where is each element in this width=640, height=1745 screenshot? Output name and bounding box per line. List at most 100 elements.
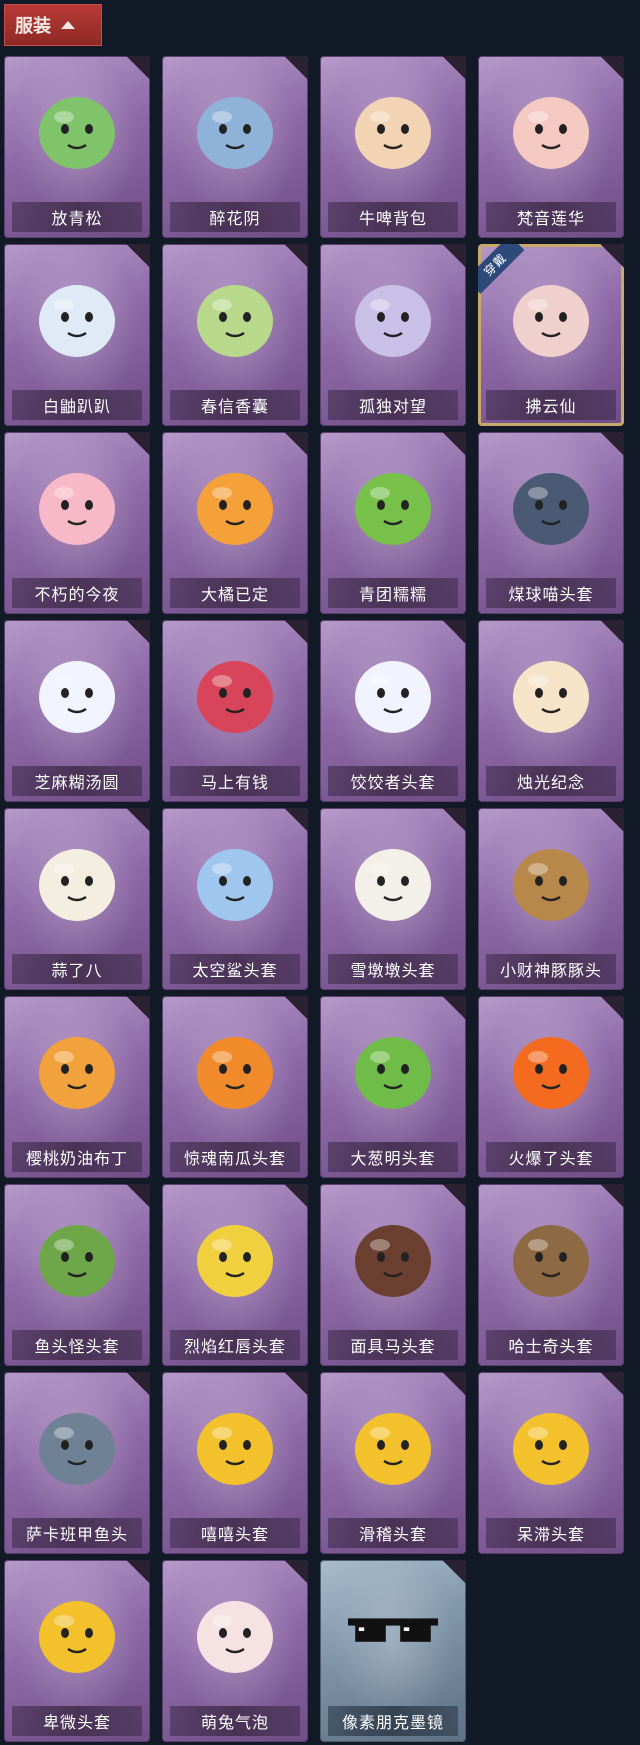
cloud-fairy-charm-icon — [506, 260, 596, 370]
costume-item-label: 大橘已定 — [170, 578, 300, 608]
capybara-head-icon — [506, 824, 596, 934]
costume-item-card[interactable]: 烛光纪念 — [478, 620, 624, 802]
shark-head-icon — [190, 824, 280, 934]
costume-item-label: 萌兔气泡 — [170, 1706, 300, 1736]
costume-item-card[interactable]: 马上有钱 — [162, 620, 308, 802]
costume-item-label: 大葱明头套 — [328, 1142, 458, 1172]
card-corner-decoration — [600, 432, 624, 456]
costume-item-card[interactable]: 芝麻糊汤圆 — [4, 620, 150, 802]
costume-item-card[interactable]: 孤独对望 — [320, 244, 466, 426]
costume-item-label: 哈士奇头套 — [486, 1330, 616, 1360]
costume-item-card[interactable]: 煤球喵头套 — [478, 432, 624, 614]
costume-item-label: 牛啤背包 — [328, 202, 458, 232]
costume-item-card[interactable]: 不朽的今夜 — [4, 432, 150, 614]
costume-item-card[interactable]: 雪墩墩头套 — [320, 808, 466, 990]
costume-item-label: 惊魂南瓜头套 — [170, 1142, 300, 1172]
grin-emoji-head-icon — [190, 1388, 280, 1498]
costume-item-label: 火爆了头套 — [486, 1142, 616, 1172]
card-corner-decoration — [442, 56, 466, 80]
costume-item-card[interactable]: 呆滞头套 — [478, 1372, 624, 1554]
costume-item-card[interactable]: 卑微头套 — [4, 1560, 150, 1742]
costume-item-label: 拂云仙 — [486, 390, 616, 420]
orange-slice-face-icon — [190, 448, 280, 558]
card-corner-decoration — [600, 996, 624, 1020]
costume-item-label: 太空鲨头套 — [170, 954, 300, 984]
pixel-sunglasses-icon — [348, 1576, 438, 1686]
costume-item-label: 萨卡班甲鱼头 — [12, 1518, 142, 1548]
card-corner-decoration — [126, 244, 150, 268]
card-corner-decoration — [284, 620, 308, 644]
costume-item-card[interactable]: 小财神豚豚头 — [478, 808, 624, 990]
costume-item-card[interactable]: 萨卡班甲鱼头 — [4, 1372, 150, 1554]
candle-head-icon — [506, 636, 596, 746]
card-corner-decoration — [442, 1184, 466, 1208]
card-corner-decoration — [126, 620, 150, 644]
card-corner-decoration — [600, 56, 624, 80]
costume-item-card[interactable]: 白鼬趴趴 — [4, 244, 150, 426]
fish-fossil-head-icon — [32, 1388, 122, 1498]
costume-item-card[interactable]: 太空鲨头套 — [162, 808, 308, 990]
costume-item-card[interactable]: 醉花阴 — [162, 56, 308, 238]
pudding-head-icon — [32, 1012, 122, 1122]
costume-item-card[interactable]: 青团糯糯 — [320, 432, 466, 614]
costume-section-header[interactable]: 服装 — [4, 4, 102, 46]
costume-item-card[interactable]: 牛啤背包 — [320, 56, 466, 238]
costume-item-card[interactable]: 梵音莲华 — [478, 56, 624, 238]
fire-head-icon — [506, 1012, 596, 1122]
card-corner-decoration — [284, 1184, 308, 1208]
costume-item-card[interactable]: 像素朋克墨镜 — [320, 1560, 466, 1742]
costume-item-label: 樱桃奶油布丁 — [12, 1142, 142, 1172]
costume-item-label: 呆滞头套 — [486, 1518, 616, 1548]
card-corner-decoration — [284, 808, 308, 832]
figure-charm-icon — [348, 260, 438, 370]
costume-item-label: 马上有钱 — [170, 766, 300, 796]
card-corner-decoration — [126, 808, 150, 832]
card-corner-decoration — [442, 808, 466, 832]
card-corner-decoration — [126, 1372, 150, 1396]
costume-item-card[interactable]: 烈焰红唇头套 — [162, 1184, 308, 1366]
costume-item-card[interactable]: 蒜了八 — [4, 808, 150, 990]
costume-item-card[interactable]: 春信香囊 — [162, 244, 308, 426]
costume-item-card[interactable]: 嘻嘻头套 — [162, 1372, 308, 1554]
card-corner-decoration — [284, 996, 308, 1020]
card-corner-decoration — [442, 244, 466, 268]
card-corner-decoration — [126, 56, 150, 80]
costume-item-label: 鱼头怪头套 — [12, 1330, 142, 1360]
costume-item-label: 雪墩墩头套 — [328, 954, 458, 984]
costume-item-label: 像素朋克墨镜 — [328, 1706, 458, 1736]
costume-item-card[interactable]: 哈士奇头套 — [478, 1184, 624, 1366]
costume-item-card[interactable]: 大橘已定 — [162, 432, 308, 614]
costume-item-label: 放青松 — [12, 202, 142, 232]
costume-item-label: 醉花阴 — [170, 202, 300, 232]
costume-item-card[interactable]: 穿戴 拂云仙 — [478, 244, 624, 426]
costume-item-card[interactable]: 饺饺者头套 — [320, 620, 466, 802]
costume-item-label: 春信香囊 — [170, 390, 300, 420]
costume-item-card[interactable]: 火爆了头套 — [478, 996, 624, 1178]
costume-item-card[interactable]: 惊魂南瓜头套 — [162, 996, 308, 1178]
card-corner-decoration — [284, 56, 308, 80]
costume-item-card[interactable]: 大葱明头套 — [320, 996, 466, 1178]
costume-item-card[interactable]: 萌兔气泡 — [162, 1560, 308, 1742]
costume-item-card[interactable]: 滑稽头套 — [320, 1372, 466, 1554]
yellow-mouse-head-icon — [190, 1200, 280, 1310]
pink-fox-icon — [32, 448, 122, 558]
card-corner-decoration — [600, 808, 624, 832]
card-corner-decoration — [442, 996, 466, 1020]
costume-item-card[interactable]: 面具马头套 — [320, 1184, 466, 1366]
card-corner-decoration — [284, 244, 308, 268]
costume-item-label: 不朽的今夜 — [12, 578, 142, 608]
black-cat-head-icon — [506, 448, 596, 558]
costume-item-label: 白鼬趴趴 — [12, 390, 142, 420]
card-corner-decoration — [126, 1560, 150, 1584]
costume-item-label: 孤独对望 — [328, 390, 458, 420]
costume-item-label: 嘻嘻头套 — [170, 1518, 300, 1548]
costume-item-card[interactable]: 鱼头怪头套 — [4, 1184, 150, 1366]
card-corner-decoration — [600, 244, 624, 268]
husky-head-icon — [506, 1200, 596, 1310]
costume-item-card[interactable]: 放青松 — [4, 56, 150, 238]
card-corner-decoration — [442, 432, 466, 456]
bonsai-tree-icon — [32, 72, 122, 182]
costume-item-label: 饺饺者头套 — [328, 766, 458, 796]
costume-item-card[interactable]: 樱桃奶油布丁 — [4, 996, 150, 1178]
card-corner-decoration — [284, 1372, 308, 1396]
